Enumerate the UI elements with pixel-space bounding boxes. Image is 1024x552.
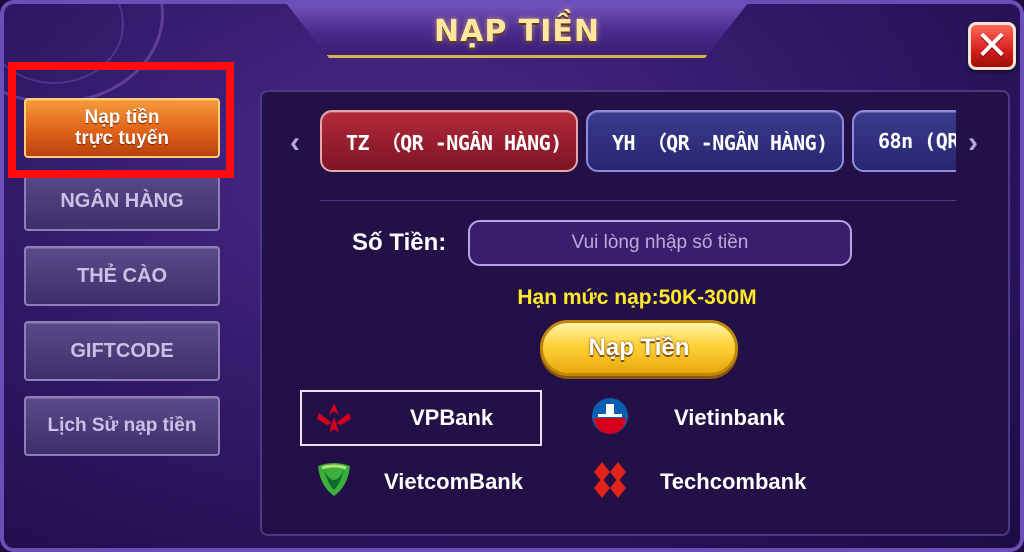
dialog-title: NẠP TIỀN (434, 14, 600, 49)
sidebar-item-label: THẺ CÀO (77, 264, 167, 287)
sidebar-item-label: NGÂN HÀNG (60, 189, 184, 212)
deposit-dialog: NẠP TIỀN ✕ Nạp tiền trực tuyến NGÂN HÀNG… (0, 0, 1024, 552)
bank-name: Vietinbank (674, 405, 785, 430)
highlight-box (8, 62, 234, 178)
tab-label: YH （QR -NGÂN HÀNG) (612, 130, 828, 155)
amount-input[interactable] (468, 220, 852, 266)
tab-68n-qr[interactable]: 68n (QR (852, 110, 956, 172)
techcombank-logo-icon (590, 460, 630, 500)
bank-name: Techcombank (660, 469, 807, 494)
chevron-left-icon[interactable]: ‹ (290, 126, 300, 160)
bank-option-vietinbank[interactable]: Vietinbank (582, 390, 802, 446)
vpbank-logo-icon (314, 398, 354, 438)
bank-option-vietcombank[interactable]: VietcomBank (300, 454, 542, 510)
sidebar-item-giftcode[interactable]: GIFTCODE (24, 321, 220, 381)
sidebar-item-card[interactable]: THẺ CÀO (24, 246, 220, 306)
sidebar-item-bank[interactable]: NGÂN HÀNG (24, 171, 220, 231)
close-button[interactable]: ✕ (968, 22, 1016, 70)
payment-tabs: ‹ TZ （QR -NGÂN HÀNG) YH （QR -NGÂN HÀNG) … (262, 106, 1012, 176)
vietcombank-logo-icon (314, 460, 354, 500)
chevron-right-icon[interactable]: › (968, 126, 978, 160)
close-icon: ✕ (975, 23, 1009, 69)
sidebar-item-label: GIFTCODE (70, 339, 174, 362)
deposit-limit-text: Hạn mức nạp:50K-300M (517, 286, 757, 309)
divider (320, 200, 956, 201)
submit-label: Nạp Tiền (588, 334, 690, 361)
main-panel: ‹ TZ （QR -NGÂN HÀNG) YH （QR -NGÂN HÀNG) … (260, 90, 1010, 536)
sidebar-item-label: Lịch Sử nạp tiền (47, 415, 197, 436)
tabs-scroller: TZ （QR -NGÂN HÀNG) YH （QR -NGÂN HÀNG) 68… (320, 106, 956, 176)
vietinbank-logo-icon (590, 396, 630, 436)
deposit-submit-button[interactable]: Nạp Tiền (540, 320, 738, 376)
bank-option-vpbank[interactable]: VPBank (300, 390, 542, 446)
bank-name: VPBank (410, 405, 494, 430)
bank-name: VietcomBank (384, 469, 523, 494)
tab-label: 68n (QR (878, 129, 956, 153)
bank-option-techcombank[interactable]: Techcombank (582, 454, 806, 510)
tab-yh-qr-bank[interactable]: YH （QR -NGÂN HÀNG) (586, 110, 844, 172)
amount-label: Số Tiền: (352, 229, 447, 256)
tab-tz-qr-bank[interactable]: TZ （QR -NGÂN HÀNG) (320, 110, 578, 172)
tab-label: TZ （QR -NGÂN HÀNG) (346, 130, 562, 155)
sidebar-item-history[interactable]: Lịch Sử nạp tiền (24, 396, 220, 456)
